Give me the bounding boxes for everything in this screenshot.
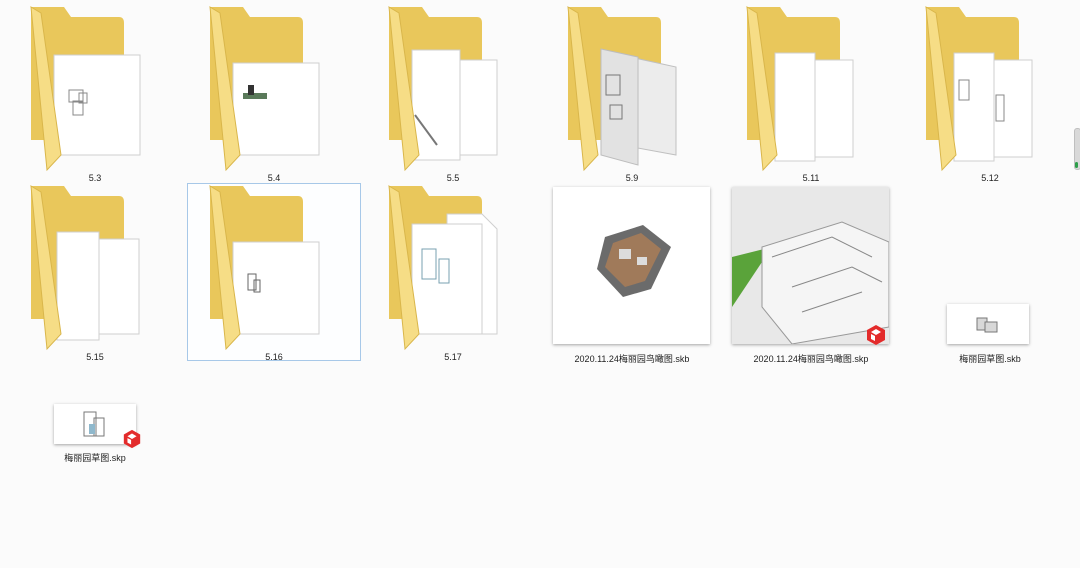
folder-label: 5.5 [446, 173, 460, 183]
file-label: 2020.11.24梅丽园鸟瞰图.skp [753, 354, 869, 364]
folder-item-5-4[interactable]: 5.4 [187, 4, 361, 183]
folder-icon [567, 6, 677, 172]
file-label: 梅丽园草图.skb [959, 354, 1021, 364]
folder-label: 5.4 [267, 173, 281, 183]
file-item-sketch-skp[interactable]: 梅丽园草图.skp [8, 282, 182, 463]
sketchup-badge-icon [123, 429, 141, 449]
folder-item-5-9[interactable]: 5.9 [545, 4, 719, 183]
folder-label: 5.11 [802, 173, 820, 183]
folder-icon [209, 185, 320, 351]
skp-file-icon [732, 187, 889, 344]
folder-icon [30, 6, 141, 172]
folder-label: 5.9 [625, 173, 639, 183]
sketchup-badge-icon [867, 325, 885, 345]
file-item-aerial-skp[interactable]: 2020.11.24梅丽园鸟瞰图.skp [724, 183, 898, 364]
folder-icon [925, 6, 1033, 172]
folder-icon [388, 6, 498, 172]
file-item-aerial-skb[interactable]: 2020.11.24梅丽园鸟瞰图.skb [545, 183, 719, 364]
folder-label: 5.17 [444, 352, 462, 362]
folder-label: 5.12 [981, 173, 999, 183]
vertical-scrollbar[interactable] [1074, 128, 1080, 170]
folder-item-5-17[interactable]: 5.17 [366, 183, 540, 362]
skb-file-icon [947, 304, 1029, 344]
folder-icon [746, 6, 854, 172]
folder-label: 5.3 [88, 173, 102, 183]
folder-icon [388, 185, 498, 351]
folder-icon [209, 6, 320, 172]
folder-item-5-3[interactable]: 5.3 [8, 4, 182, 183]
scrollbar-grip [1075, 162, 1078, 168]
folder-item-5-5[interactable]: 5.5 [366, 4, 540, 183]
folder-item-5-16[interactable]: 5.16 [187, 183, 361, 362]
file-item-sketch-skb[interactable]: 梅丽园草图.skb [903, 183, 1077, 364]
skb-file-icon [553, 187, 710, 344]
folder-item-5-12[interactable]: 5.12 [903, 4, 1077, 183]
folder-label: 5.16 [265, 352, 283, 362]
file-label: 梅丽园草图.skp [64, 453, 126, 463]
file-label: 2020.11.24梅丽园鸟瞰图.skb [574, 354, 690, 364]
folder-item-5-11[interactable]: 5.11 [724, 4, 898, 183]
